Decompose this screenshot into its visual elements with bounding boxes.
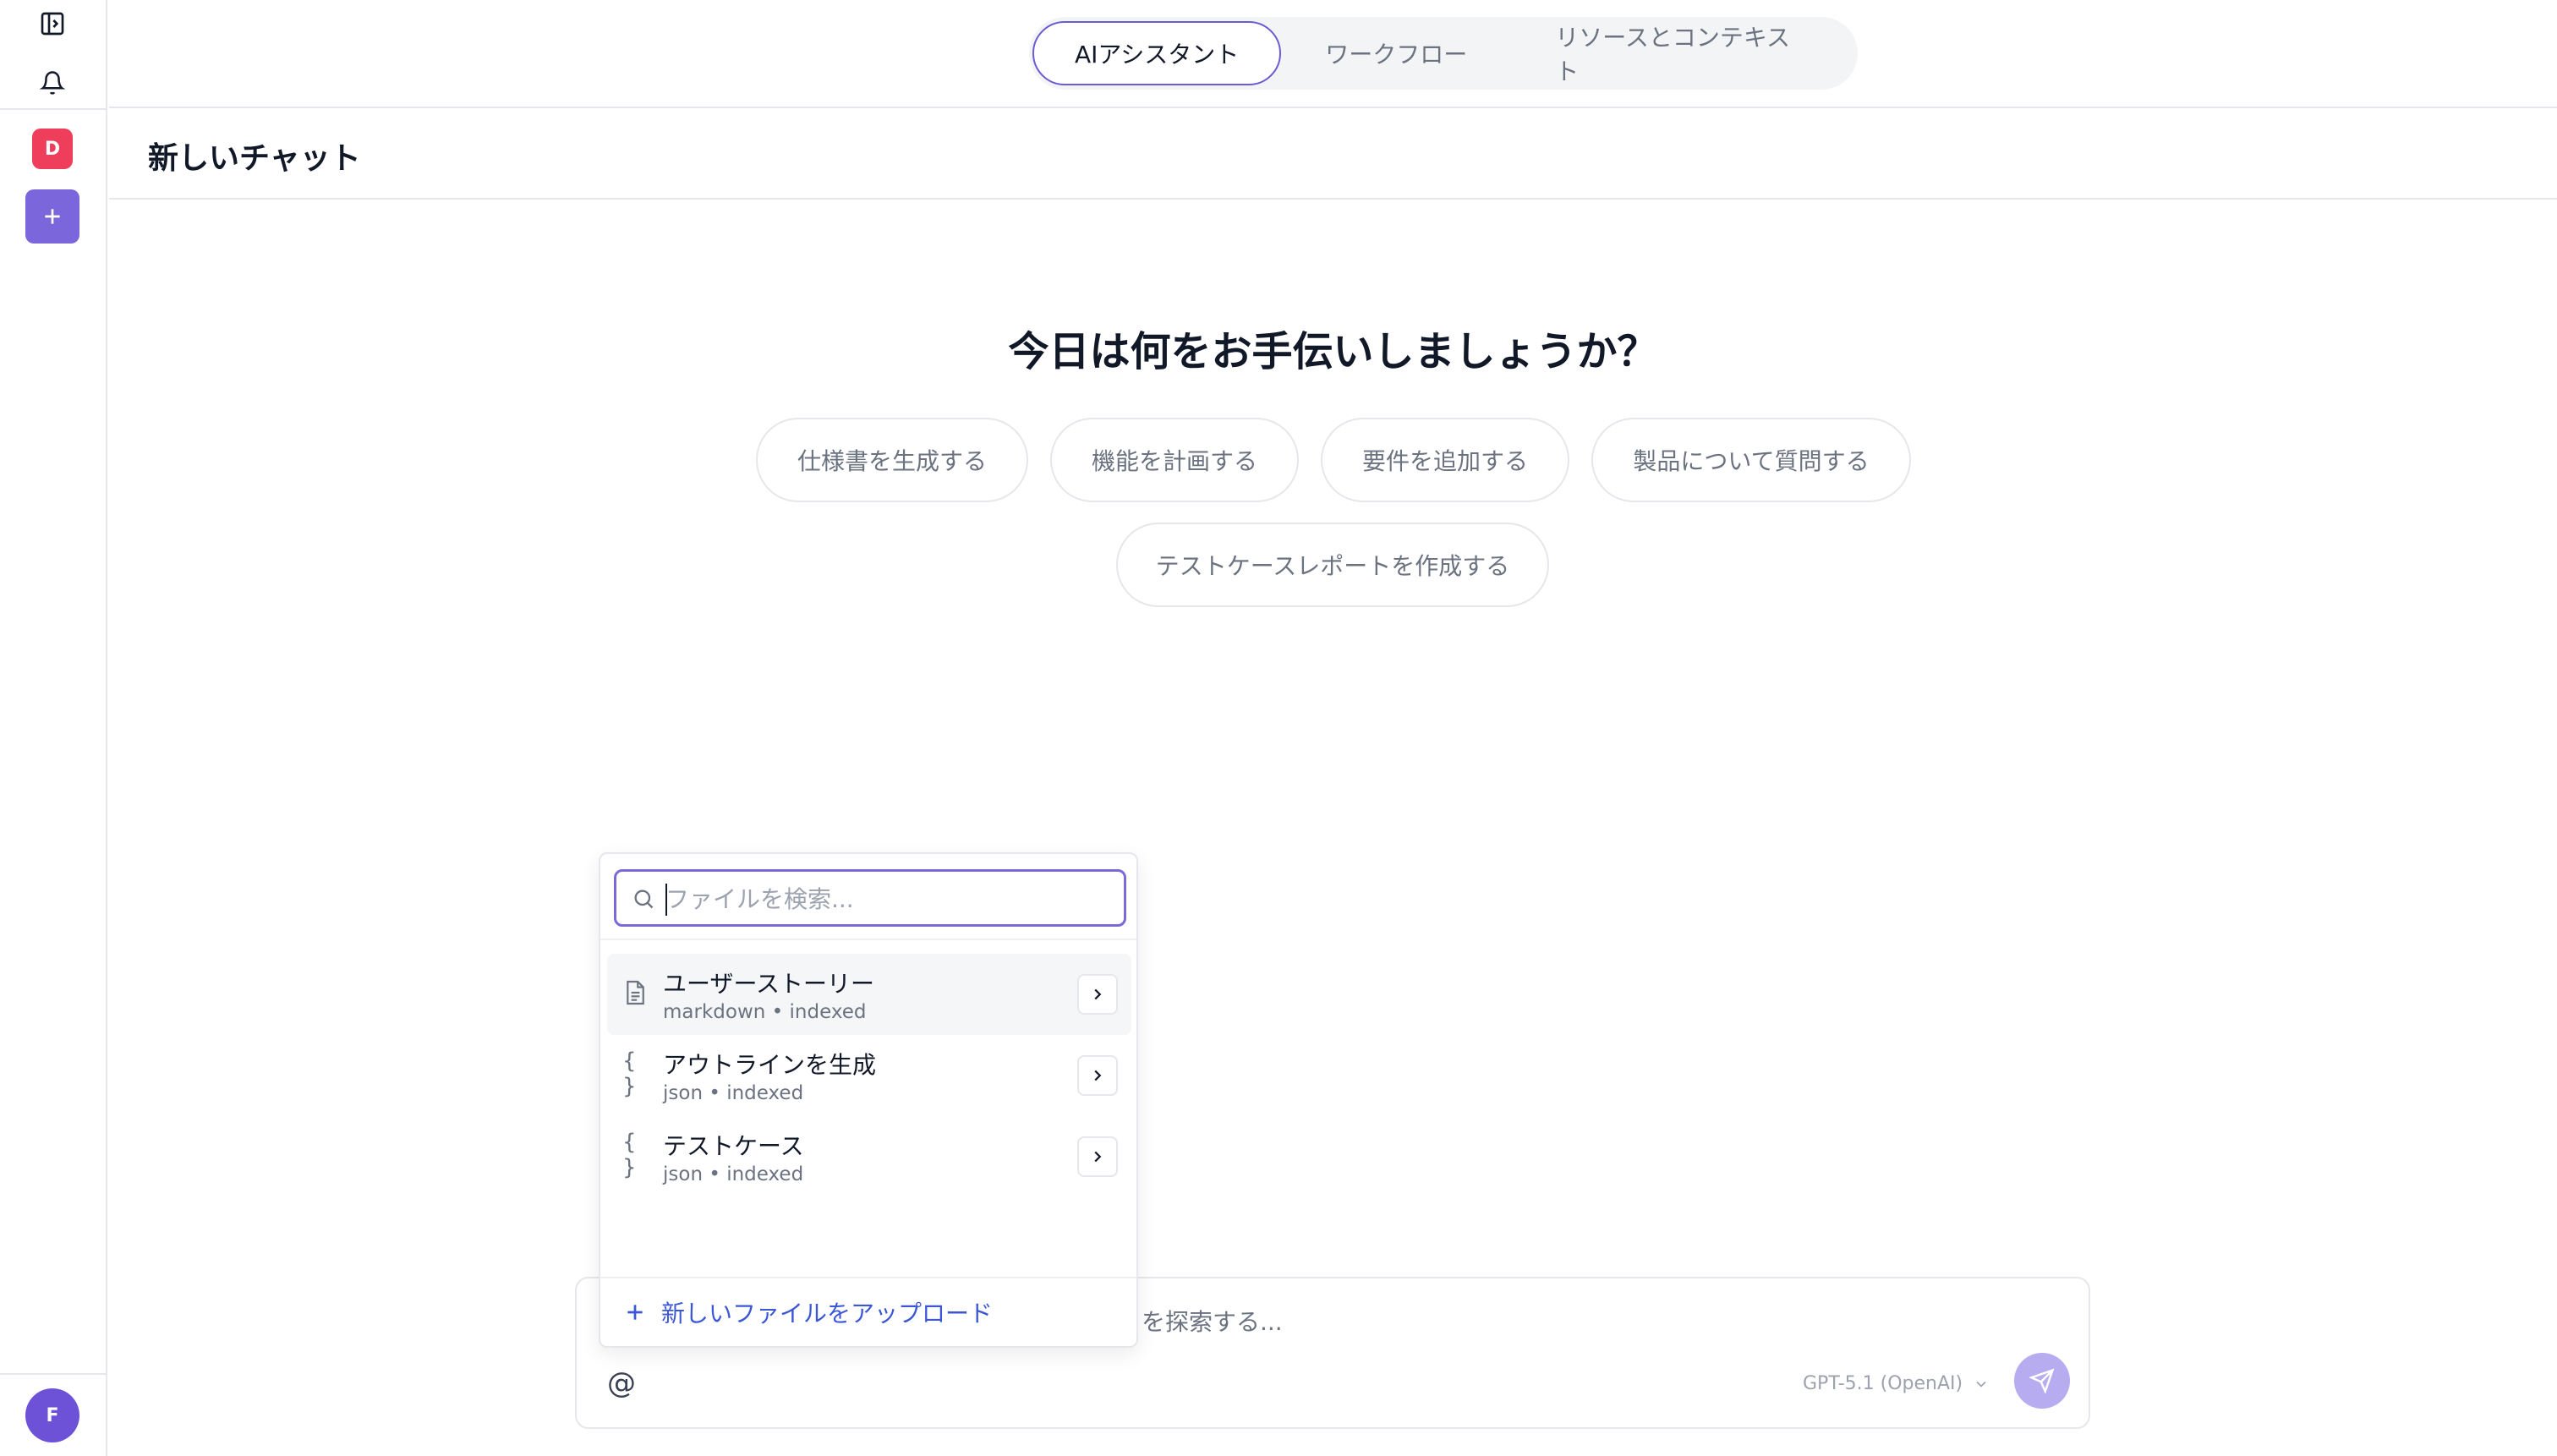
file-name: テストケース	[663, 1132, 804, 1160]
chat-header: 新しいチャット	[109, 110, 2557, 200]
tab-resources[interactable]: リソースとコンテキスト	[1511, 21, 1858, 85]
app-root: D F AIアシスタント ワークフロー リソースとコンテキスト 新しいチャット …	[0, 0, 2557, 1456]
send-button[interactable]	[2014, 1353, 2070, 1409]
document-icon	[622, 977, 648, 1008]
braces-icon: { }	[622, 1048, 637, 1099]
popover-divider	[600, 1277, 1136, 1278]
user-avatar[interactable]: F	[25, 1388, 79, 1442]
file-picker-popover: ユーザーストーリー markdown • indexed { } アウトラインを…	[599, 852, 1138, 1348]
suggestion-chip[interactable]: テストケースレポートを作成する	[1116, 523, 1549, 607]
new-chat-button[interactable]	[25, 189, 79, 244]
greeting-heading: 今日は何をお手伝いしましょうか？	[1008, 328, 1658, 375]
suggestion-chip[interactable]: 要件を追加する	[1321, 418, 1569, 502]
mention-icon[interactable]: @	[607, 1366, 636, 1400]
file-item[interactable]: { } テストケース json • indexed	[607, 1116, 1131, 1197]
chevron-right-icon	[1094, 988, 1102, 1000]
workspace-badge[interactable]: D	[32, 129, 73, 169]
page-title: 新しいチャット	[148, 141, 361, 176]
braces-icon: { }	[622, 1130, 637, 1180]
suggestion-chip[interactable]: 機能を計画する	[1050, 418, 1299, 502]
file-search-input[interactable]	[665, 880, 1105, 917]
upload-file-button[interactable]: 新しいファイルをアップロード	[624, 1295, 993, 1329]
text-caret	[665, 884, 667, 916]
model-selector[interactable]: GPT-5.1 (OpenAI)	[1803, 1373, 1990, 1394]
rail-divider	[0, 108, 107, 110]
bell-icon[interactable]	[37, 68, 68, 98]
file-meta: markdown • indexed	[663, 1001, 867, 1023]
file-name: ユーザーストーリー	[663, 970, 875, 998]
suggestion-chip[interactable]: 製品について質問する	[1591, 418, 1911, 502]
file-name: アウトラインを生成	[663, 1051, 877, 1079]
left-rail: D F	[0, 0, 107, 1456]
model-label: GPT-5.1 (OpenAI)	[1803, 1373, 1963, 1394]
plus-icon	[45, 209, 60, 224]
popover-divider	[600, 939, 1136, 940]
file-item[interactable]: ユーザーストーリー markdown • indexed	[607, 954, 1131, 1035]
file-meta: json • indexed	[663, 1163, 804, 1185]
tab-workflow[interactable]: ワークフロー	[1281, 21, 1511, 85]
rail-divider	[0, 1373, 107, 1375]
suggestion-chip[interactable]: 仕様書を生成する	[756, 418, 1028, 502]
chevron-down-icon	[1976, 1381, 1986, 1388]
file-meta: json • indexed	[663, 1082, 804, 1104]
plus-icon	[627, 1305, 643, 1320]
open-file-button[interactable]	[1077, 1055, 1118, 1096]
open-file-button[interactable]	[1077, 1136, 1118, 1177]
file-item[interactable]: { } アウトラインを生成 json • indexed	[607, 1035, 1131, 1116]
file-search-box[interactable]	[614, 869, 1126, 927]
chevron-right-icon	[1094, 1070, 1102, 1081]
composer-placeholder: を探索する...	[1142, 1308, 1283, 1336]
sidebar-toggle-icon[interactable]	[37, 8, 68, 39]
tab-ai-assistant[interactable]: AIアシスタント	[1032, 21, 1282, 85]
upload-label: 新しいファイルをアップロード	[661, 1300, 994, 1327]
top-bar: AIアシスタント ワークフロー リソースとコンテキスト	[109, 0, 2557, 108]
open-file-button[interactable]	[1077, 974, 1118, 1015]
search-icon	[634, 889, 654, 909]
send-icon	[2029, 1368, 2055, 1393]
mode-tabs: AIアシスタント ワークフロー リソースとコンテキスト	[1029, 17, 1858, 90]
chevron-right-icon	[1094, 1151, 1102, 1163]
